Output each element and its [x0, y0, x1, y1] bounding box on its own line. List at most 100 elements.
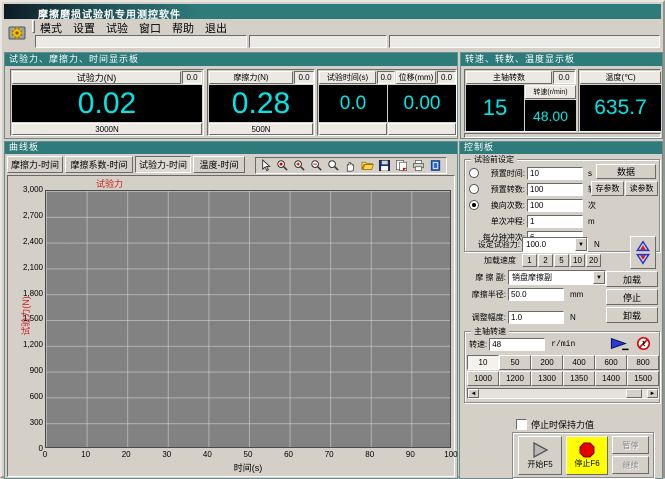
menu-item-mode[interactable]: 模式 — [40, 20, 62, 36]
chart-xticks: 0 10 20 30 40 50 60 70 80 90 100 — [33, 450, 463, 460]
menu-item-exit[interactable]: 退出 — [205, 20, 227, 36]
read-params-button[interactable]: 读参数 — [625, 181, 658, 196]
speed-preset-1500[interactable]: 1500 — [627, 371, 659, 386]
single-stroke-label: 单次冲程: — [479, 216, 525, 227]
friction-radius-input[interactable] — [508, 288, 564, 301]
scrollbar-right-arrow[interactable]: ► — [647, 389, 658, 398]
speed-preset-1300[interactable]: 1300 — [531, 371, 563, 386]
temperature-label: 温度(℃) — [580, 71, 661, 84]
menu-item-settings[interactable]: 设置 — [73, 20, 95, 36]
speed-preset-600[interactable]: 600 — [595, 355, 627, 370]
single-stroke-input[interactable] — [527, 215, 583, 228]
menu-item-test[interactable]: 试验 — [106, 20, 128, 36]
set-force-combo[interactable]: 100.0 ▼ — [522, 237, 588, 252]
speed-preset-50[interactable]: 50 — [499, 355, 531, 370]
pan-hand-icon[interactable] — [343, 159, 358, 173]
zoom-in-icon[interactable] — [292, 159, 307, 173]
adjust-range-unit: N — [570, 313, 576, 322]
hold-force-checkbox[interactable] — [516, 419, 527, 430]
cursor-tool-icon[interactable] — [258, 159, 273, 173]
load-speed-5[interactable]: 5 — [554, 254, 569, 267]
run-buttons-frame: 开始F5 停止F6 暂停 继续 — [512, 432, 654, 478]
load-speed-1[interactable]: 1 — [522, 254, 537, 267]
zoom-out-icon[interactable] — [309, 159, 324, 173]
scrollbar-thumb[interactable] — [626, 389, 642, 398]
menu-bar: 模式 设置 试验 窗口 帮助 退出 — [4, 19, 661, 34]
zoom-select-icon[interactable] — [275, 159, 290, 173]
start-button[interactable]: 开始F5 — [518, 436, 562, 475]
friction-pair-combo[interactable]: 销盘摩擦副 ▼ — [508, 270, 606, 285]
load-button[interactable]: 加载 — [606, 271, 658, 287]
load-speed-2[interactable]: 2 — [538, 254, 553, 267]
load-speed-10[interactable]: 10 — [570, 254, 585, 267]
set-force-unit: N — [594, 240, 600, 249]
print-icon[interactable] — [411, 159, 426, 173]
curve-panel-header: 曲线板 — [5, 142, 457, 154]
force-stop-button[interactable]: 停止 — [606, 289, 658, 305]
preset-time-input[interactable] — [527, 167, 583, 180]
app-machine-icon — [7, 23, 27, 43]
preset-revs-input[interactable] — [527, 183, 583, 196]
speed-preset-10[interactable]: 10 — [467, 355, 499, 370]
scrollbar-left-arrow[interactable]: ◄ — [468, 389, 479, 398]
pause-button[interactable]: 暂停 — [612, 436, 649, 454]
friction-radius-label: 摩擦半径: — [464, 289, 506, 300]
time-displacement-section: 试验时间(s) 0.0 位移(mm) 0.0 0.0 0.00 — [317, 69, 457, 136]
test-time-label: 试验时间(s) — [319, 71, 376, 84]
menu-item-window[interactable]: 窗口 — [139, 20, 161, 36]
adjust-range-row: 调整幅度: N — [464, 310, 576, 324]
preset-revs-label: 预置转数: — [479, 184, 525, 195]
set-force-label: 设定试验力: — [464, 239, 520, 250]
continue-button[interactable]: 继续 — [612, 456, 649, 474]
speed-preset-1350[interactable]: 1350 — [563, 371, 595, 386]
preset-time-radio[interactable] — [469, 168, 479, 178]
speed-display-header: 转速、转数、温度显示板 — [461, 53, 662, 66]
spindle-speed-input[interactable] — [489, 338, 545, 351]
spindle-revs-section: 主轴转数 0.0 15 转速(r/min) 48.00 — [464, 69, 576, 132]
test-force-value: 0.02 — [12, 85, 202, 122]
export-icon[interactable] — [394, 159, 409, 173]
spindle-speed-value: 48.00 — [525, 100, 576, 131]
reverse-count-input[interactable] — [527, 199, 583, 212]
speed-preset-800[interactable]: 800 — [627, 355, 659, 370]
save-params-button[interactable]: 存参数 — [591, 181, 624, 196]
preset-time-unit: s — [588, 169, 592, 178]
spindle-group-title: 主轴转速 — [471, 326, 509, 337]
preset-time-row: 预置时间: s — [469, 166, 592, 180]
spindle-scrollbar[interactable]: ◄ ► — [467, 388, 659, 399]
tab-friction-coef-time[interactable]: 摩擦系数-时间 — [65, 156, 133, 173]
friction-radius-unit: mm — [570, 290, 583, 299]
background-color-icon[interactable] — [428, 159, 443, 173]
speed-preset-200[interactable]: 200 — [531, 355, 563, 370]
test-time-range — [319, 123, 387, 135]
speed-preset-1200[interactable]: 1200 — [499, 371, 531, 386]
unload-button[interactable]: 卸载 — [606, 307, 658, 323]
reverse-count-radio[interactable] — [469, 200, 479, 210]
tab-friction-time[interactable]: 摩擦力-时间 — [7, 156, 63, 173]
chart-area: 试验力 试验力(N) 3,000 2,700 2,400 2,100 1,800… — [7, 175, 455, 477]
set-force-dropdown-icon[interactable]: ▼ — [575, 238, 587, 251]
data-button[interactable]: 数据 — [596, 164, 656, 179]
load-speed-20[interactable]: 20 — [586, 254, 601, 267]
pre-test-group-title: 试验前设定 — [471, 154, 517, 165]
stop-button[interactable]: 停止F6 — [566, 436, 608, 475]
friction-pair-dropdown-icon[interactable]: ▼ — [593, 271, 605, 284]
menu-item-help[interactable]: 帮助 — [172, 20, 194, 36]
save-icon[interactable] — [377, 159, 392, 173]
force-nudge-buttons[interactable] — [630, 236, 656, 269]
speed-preset-1400[interactable]: 1400 — [595, 371, 627, 386]
title-bar[interactable]: 摩擦磨损试验机专用测控软件 — [4, 4, 661, 19]
tab-test-force-time[interactable]: 试验力-时间 — [135, 156, 191, 173]
adjust-range-input[interactable] — [508, 311, 564, 324]
spindle-speed-label: 转速(r/min) — [525, 85, 576, 99]
zoom-reset-icon[interactable] — [326, 159, 341, 173]
open-file-icon[interactable] — [360, 159, 375, 173]
spindle-stop-icon[interactable] — [635, 336, 652, 356]
speed-preset-1000[interactable]: 1000 — [467, 371, 499, 386]
preset-revs-radio[interactable] — [469, 184, 479, 194]
spindle-start-icon[interactable] — [609, 336, 631, 356]
chart-plot[interactable] — [45, 190, 451, 448]
tab-temperature-time[interactable]: 温度-时间 — [193, 156, 245, 173]
speed-preset-400[interactable]: 400 — [563, 355, 595, 370]
displacement-peak: 0.0 — [437, 71, 456, 84]
